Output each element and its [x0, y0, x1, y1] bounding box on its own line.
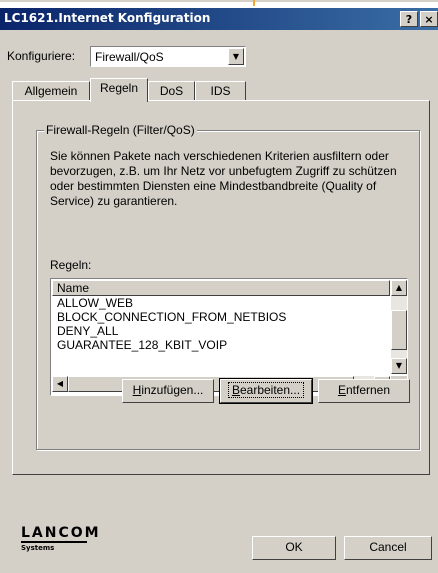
rules-label: Regeln: — [50, 258, 92, 272]
top-strip — [0, 0, 438, 2]
add-button-label: inzufügen... — [141, 383, 204, 397]
scroll-down-icon[interactable]: ▼ — [391, 358, 407, 374]
dialog-body: Konfiguriere: Firewall/QoS ▼ Allgemein R… — [0, 30, 438, 573]
vertical-scrollbar[interactable]: ▲ ▼ — [391, 280, 407, 374]
remove-button-mnemonic: E — [337, 383, 346, 397]
logo-wordmark: LANCOM — [21, 525, 101, 541]
scroll-up-icon[interactable]: ▲ — [391, 280, 407, 296]
configure-label: Konfiguriere: — [7, 49, 76, 63]
logo-subtitle: Systems — [21, 544, 55, 552]
add-button[interactable]: Hinzufügen... — [122, 379, 214, 403]
help-button[interactable]: ? — [400, 11, 418, 27]
remove-button-label: ntfernen — [345, 383, 391, 397]
rules-rows: ALLOW_WEB BLOCK_CONNECTION_FROM_NETBIOS … — [57, 296, 286, 352]
edit-button-mnemonic: B — [231, 383, 240, 397]
tab-allgemein[interactable]: Allgemein — [12, 81, 90, 101]
configure-dropdown[interactable]: Firewall/QoS ▼ — [90, 46, 246, 67]
tab-dos[interactable]: DoS — [148, 81, 195, 101]
logo-underline — [21, 541, 87, 543]
add-button-mnemonic: H — [132, 383, 142, 397]
list-item[interactable]: ALLOW_WEB — [57, 296, 286, 310]
scroll-left-icon[interactable]: ◀ — [52, 376, 68, 392]
tab-ids[interactable]: IDS — [195, 81, 246, 101]
list-item[interactable]: GUARANTEE_128_KBIT_VOIP — [57, 338, 286, 352]
column-header-name[interactable]: Name — [52, 280, 390, 296]
vertical-scroll-thumb[interactable] — [391, 310, 407, 350]
close-button[interactable]: × — [420, 11, 438, 27]
configure-dropdown-value: Firewall/QoS — [95, 50, 164, 64]
group-title: Firewall-Regeln (Filter/QoS) — [44, 123, 197, 137]
edit-button-label: earbeiten... — [239, 383, 301, 397]
title-bar[interactable]: LC1621.Internet Konfiguration ? × — [0, 8, 438, 30]
edit-button[interactable]: Bearbeiten... — [219, 378, 313, 404]
chevron-down-icon[interactable]: ▼ — [228, 48, 244, 65]
group-description: Sie können Pakete nach verschiedenen Kri… — [50, 149, 397, 208]
list-item[interactable]: DENY_ALL — [57, 324, 286, 338]
list-item[interactable]: BLOCK_CONNECTION_FROM_NETBIOS — [57, 310, 286, 324]
focus-ring: Bearbeiten... — [227, 382, 305, 398]
tab-regeln[interactable]: Regeln — [90, 78, 148, 102]
remove-button[interactable]: Entfernen — [318, 379, 410, 403]
top-accent-mark — [253, 0, 255, 6]
lancom-logo: LANCOM Systems — [21, 525, 111, 563]
window-title: LC1621.Internet Konfiguration — [4, 11, 211, 25]
ok-button[interactable]: OK — [252, 536, 336, 560]
cancel-button[interactable]: Cancel — [344, 536, 432, 560]
